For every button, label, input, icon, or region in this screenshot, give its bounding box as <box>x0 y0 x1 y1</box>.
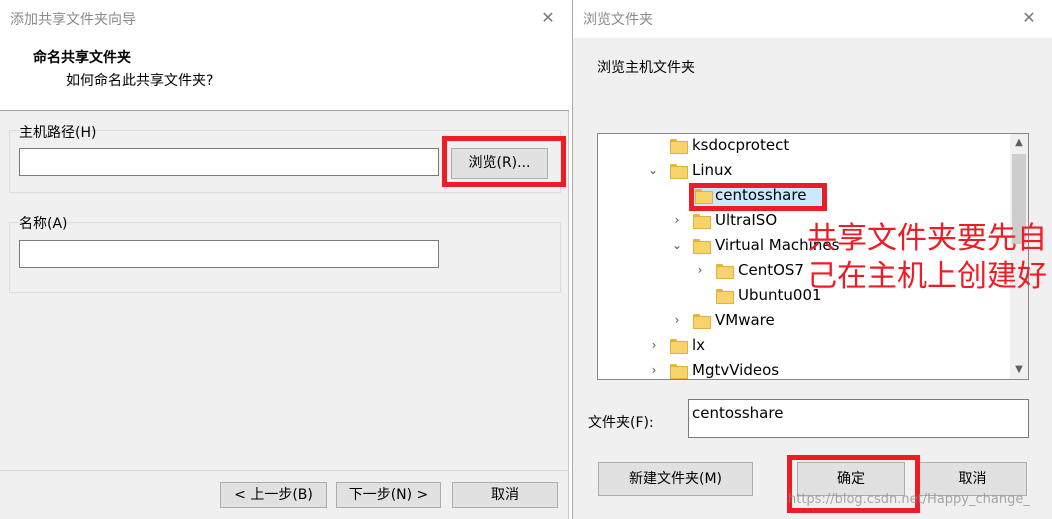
annotation-line-2: 己在主机上创建好 <box>807 259 1047 294</box>
folder-icon <box>670 339 688 354</box>
folder-icon <box>716 264 734 279</box>
tree-item-label: lx <box>692 336 706 354</box>
wizard-subheading: 如何命名此共享文件夹? <box>66 73 214 89</box>
wizard-header: 命名共享文件夹 如何命名此共享文件夹? <box>0 38 569 111</box>
wizard-cancel-button[interactable]: 取消 <box>452 482 558 508</box>
tree-item-label: UltraISO <box>715 211 778 229</box>
back-button[interactable]: < 上一步(B) <box>220 482 327 508</box>
folder-icon <box>670 164 688 179</box>
host-path-input[interactable] <box>19 148 439 176</box>
name-label: 名称(A) <box>19 216 68 232</box>
folder-label: 文件夹(F): <box>588 415 654 431</box>
chevron-down-icon[interactable]: ⌄ <box>647 158 659 183</box>
annotation-line-1: 共享文件夹要先自 <box>807 221 1047 256</box>
tree-item-ksdocprotect[interactable]: ksdocprotect <box>598 134 1010 158</box>
new-folder-button[interactable]: 新建文件夹(M) <box>598 462 753 496</box>
wizard-titlebar: 添加共享文件夹向导 ✕ <box>0 0 569 38</box>
tree-item-lx[interactable]: › lx <box>598 333 1010 358</box>
tree-item-label: CentOS7 <box>738 261 804 279</box>
chevron-right-icon[interactable]: › <box>671 308 683 333</box>
host-path-label: 主机路径(H) <box>19 125 97 141</box>
tree-item-centosshare[interactable]: centosshare <box>598 183 1010 208</box>
chevron-down-icon[interactable]: ⌄ <box>671 233 683 258</box>
close-icon[interactable]: ✕ <box>539 9 557 27</box>
footer-separator <box>0 470 569 471</box>
chevron-right-icon[interactable]: › <box>671 208 683 233</box>
folder-icon <box>693 314 711 329</box>
wizard-heading: 命名共享文件夹 <box>33 50 131 66</box>
tree-item-mgtvvideos[interactable]: › MgtvVideos <box>598 358 1010 379</box>
chevron-right-icon[interactable]: › <box>694 258 706 283</box>
folder-icon <box>670 364 688 379</box>
folder-icon <box>670 139 688 154</box>
tree-item-label: MgtvVideos <box>692 361 780 379</box>
folder-input[interactable]: centosshare <box>688 399 1029 438</box>
folder-icon <box>693 239 711 254</box>
next-button[interactable]: 下一步(N) > <box>336 482 441 508</box>
watermark: https://blog.csdn.net/Happy_change_ <box>788 492 1030 507</box>
chevron-right-icon[interactable]: › <box>648 333 660 358</box>
ok-button[interactable]: 确定 <box>797 462 905 496</box>
folder-icon <box>693 214 711 229</box>
folder-icon <box>716 289 734 304</box>
browse-prompt: 浏览主机文件夹 <box>597 60 695 76</box>
scroll-up-icon[interactable]: ▲ <box>1010 134 1028 152</box>
browse-button[interactable]: 浏览(R)... <box>451 148 548 179</box>
chevron-right-icon[interactable]: › <box>648 358 660 379</box>
wizard-title: 添加共享文件夹向导 <box>10 12 136 28</box>
tree-item-label: ksdocprotect <box>692 136 790 154</box>
tree-item-label: Linux <box>692 161 733 179</box>
name-input[interactable] <box>19 240 439 268</box>
close-icon[interactable]: ✕ <box>1020 9 1038 27</box>
scroll-down-icon[interactable]: ▼ <box>1010 361 1028 379</box>
browse-title: 浏览文件夹 <box>583 12 653 28</box>
add-shared-folder-wizard: 添加共享文件夹向导 ✕ 命名共享文件夹 如何命名此共享文件夹? 主机路径(H) … <box>0 0 569 519</box>
tree-item-linux[interactable]: ⌄ Linux <box>598 158 1010 183</box>
tree-item-label: VMware <box>715 311 775 329</box>
browse-titlebar: 浏览文件夹 ✕ <box>573 0 1052 38</box>
tree-item-label: centosshare <box>715 186 807 204</box>
browse-cancel-button[interactable]: 取消 <box>918 462 1027 496</box>
folder-icon <box>695 189 713 204</box>
tree-item-vmware[interactable]: › VMware <box>598 308 1010 333</box>
